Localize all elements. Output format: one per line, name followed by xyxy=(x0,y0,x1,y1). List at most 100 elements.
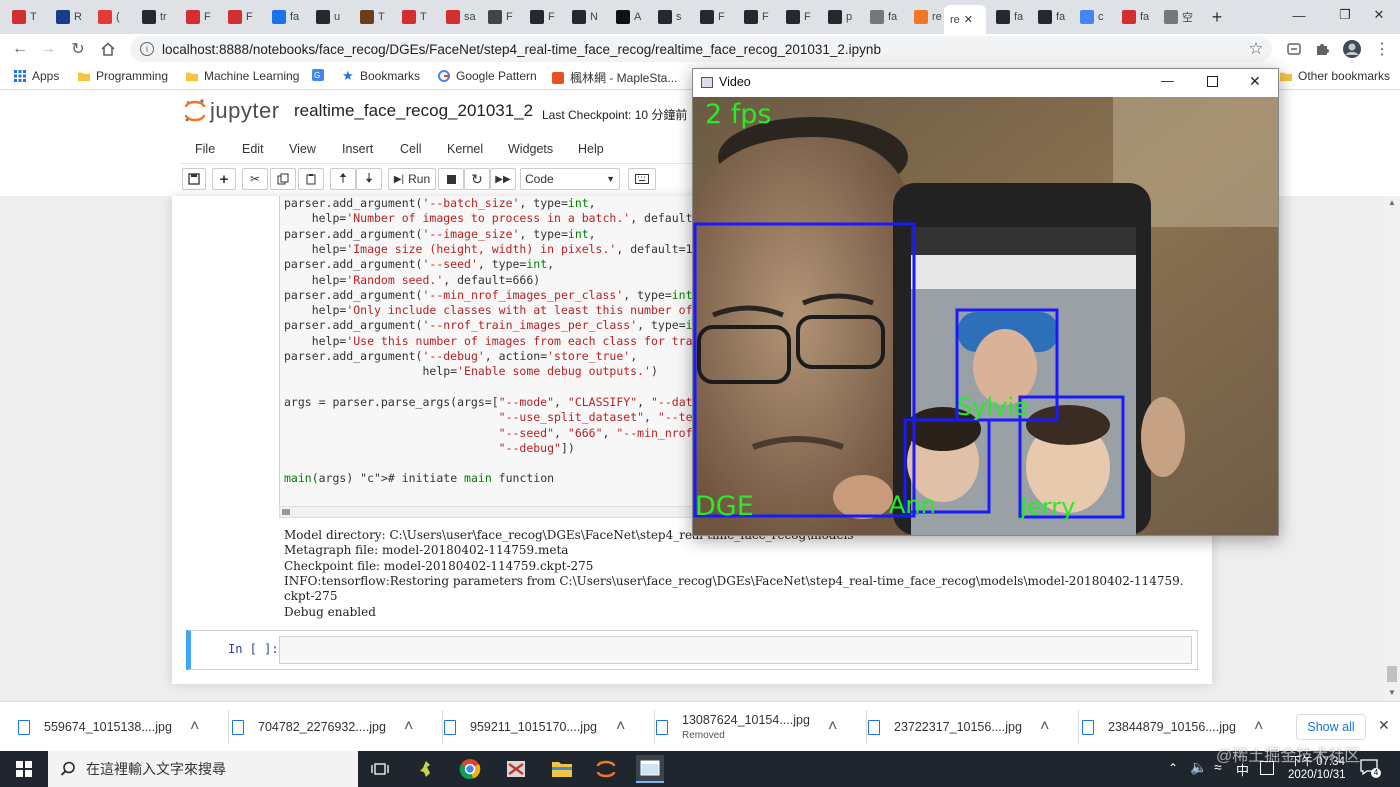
bookmark-maplestory[interactable]: 楓林網 - MapleSta... xyxy=(552,69,677,86)
cut-button[interactable]: ✂ xyxy=(242,168,268,190)
menu-view[interactable]: View xyxy=(289,142,316,156)
new-tab-button[interactable]: + xyxy=(1206,6,1228,28)
home-button[interactable] xyxy=(96,37,120,61)
tab-5[interactable]: F xyxy=(222,5,260,29)
address-bar[interactable]: i localhost:8888/notebooks/face_recog/DG… xyxy=(130,36,1272,62)
bookmark-other[interactable]: Other bookmarks xyxy=(1280,69,1390,83)
tab-14[interactable]: A xyxy=(610,5,648,29)
show-all-button[interactable]: Show all xyxy=(1296,714,1366,740)
notebook-title[interactable]: realtime_face_recog_201031_2 xyxy=(294,101,533,121)
close-tab-icon[interactable]: ✕ xyxy=(964,13,973,26)
tab-2[interactable]: ( xyxy=(92,5,130,29)
menu-cell[interactable]: Cell xyxy=(400,142,422,156)
extension-icon[interactable] xyxy=(1282,37,1306,61)
video-close-button[interactable]: ✕ xyxy=(1249,73,1261,90)
close-window-button[interactable]: ✕ xyxy=(1356,0,1400,30)
copy-button[interactable] xyxy=(270,168,296,190)
move-down-button[interactable]: 🠣 xyxy=(356,168,382,190)
chevron-up-icon[interactable]: ˄ xyxy=(1040,718,1049,736)
clock-date[interactable]: 2020/10/31 xyxy=(1288,769,1346,781)
windows-start-button[interactable] xyxy=(10,755,38,783)
tab-3[interactable]: tr xyxy=(136,5,174,29)
tab-22[interactable]: fa xyxy=(990,5,1028,29)
taskbar-app-chrome[interactable] xyxy=(456,755,484,783)
menu-edit[interactable]: Edit xyxy=(242,142,264,156)
tab-10[interactable]: sa xyxy=(440,5,478,29)
tab-19[interactable]: p xyxy=(822,5,860,29)
tab-6[interactable]: fa xyxy=(266,5,304,29)
jupyter-logo[interactable]: jupyter xyxy=(184,98,280,124)
insert-cell-button[interactable]: + xyxy=(212,168,236,190)
chevron-up-icon[interactable]: ˄ xyxy=(616,718,625,736)
tab-1[interactable]: R xyxy=(50,5,88,29)
keyboard-shortcuts-button[interactable] xyxy=(628,168,656,190)
bookmark-bookmarks[interactable]: ★ Bookmarks xyxy=(342,69,420,83)
vertical-scrollbar[interactable]: ▲ ▼ xyxy=(1384,196,1400,701)
download-item[interactable]: 559674_1015138....jpg ˄ xyxy=(18,702,218,752)
menu-widgets[interactable]: Widgets xyxy=(508,142,553,156)
chevron-up-icon[interactable]: ˄ xyxy=(404,718,413,736)
download-item[interactable]: 704782_2276932....jpg ˄ xyxy=(232,702,432,752)
tab-20[interactable]: fa xyxy=(864,5,902,29)
close-downloads-button[interactable]: ✕ xyxy=(1378,717,1390,734)
download-item[interactable]: 959211_1015170....jpg ˄ xyxy=(444,702,644,752)
tab-12[interactable]: F xyxy=(524,5,562,29)
video-minimize-button[interactable]: — xyxy=(1161,73,1174,88)
menu-help[interactable]: Help xyxy=(578,142,604,156)
tab-25[interactable]: fa xyxy=(1116,5,1154,29)
bookmark-programming[interactable]: Programming xyxy=(78,69,168,83)
menu-insert[interactable]: Insert xyxy=(342,142,373,156)
tab-18[interactable]: F xyxy=(780,5,818,29)
taskbar-app-bitdefender[interactable] xyxy=(502,755,530,783)
bookmark-star-icon[interactable]: ☆ xyxy=(1244,37,1268,61)
interrupt-button[interactable] xyxy=(438,168,464,190)
puzzle-icon[interactable] xyxy=(1310,37,1334,61)
restart-run-all-button[interactable]: ▶▶ xyxy=(490,168,516,190)
menu-file[interactable]: File xyxy=(195,142,215,156)
chevron-up-icon[interactable]: ˄ xyxy=(828,718,837,736)
taskbar-app-runner[interactable] xyxy=(412,755,440,783)
menu-kernel[interactable]: Kernel xyxy=(447,142,483,156)
move-up-button[interactable]: 🠡 xyxy=(330,168,356,190)
forward-button[interactable]: → xyxy=(36,37,60,61)
tab-16[interactable]: F xyxy=(694,5,732,29)
volume-icon[interactable]: 🔈 xyxy=(1190,759,1207,776)
tab-24[interactable]: c xyxy=(1074,5,1112,29)
tab-26[interactable]: 空 xyxy=(1158,5,1196,29)
tab-23[interactable]: fa xyxy=(1032,5,1070,29)
tab-11[interactable]: F xyxy=(482,5,520,29)
tray-chevron-up-icon[interactable]: ⌃ xyxy=(1168,761,1178,775)
run-button[interactable]: ▶| Run xyxy=(388,168,436,190)
info-icon[interactable]: i xyxy=(140,42,154,56)
input-cell-editor[interactable] xyxy=(279,636,1192,664)
bookmark-google-pattern[interactable]: Google Pattern xyxy=(438,69,537,83)
back-button[interactable]: ← xyxy=(8,37,32,61)
restart-button[interactable]: ↻ xyxy=(464,168,490,190)
tab-17[interactable]: F xyxy=(738,5,776,29)
bookmark-translate[interactable]: G xyxy=(312,69,330,81)
tab-4[interactable]: F xyxy=(180,5,218,29)
scrollbar-thumb[interactable] xyxy=(1387,666,1397,682)
video-maximize-button[interactable] xyxy=(1207,76,1218,87)
tab-active[interactable]: re ✕ xyxy=(944,5,986,34)
tab-15[interactable]: s xyxy=(652,5,690,29)
profile-avatar[interactable] xyxy=(1340,37,1364,61)
tab-13[interactable]: N xyxy=(566,5,604,29)
taskbar-app-explorer[interactable] xyxy=(548,755,576,783)
bookmark-apps[interactable]: Apps xyxy=(14,69,59,83)
tab-8[interactable]: T xyxy=(354,5,392,29)
taskbar-app-video[interactable] xyxy=(636,755,664,783)
chevron-up-icon[interactable]: ˄ xyxy=(1254,718,1263,736)
save-button[interactable] xyxy=(182,168,206,190)
taskbar-app-jupyter[interactable] xyxy=(592,755,620,783)
notification-center-button[interactable]: 4 xyxy=(1360,759,1381,779)
tab-9[interactable]: T xyxy=(396,5,434,29)
tab-21[interactable]: re xyxy=(908,5,946,29)
taskbar-search-box[interactable]: 在這裡輸入文字來搜尋 xyxy=(48,751,358,787)
tab-0[interactable]: T xyxy=(6,5,44,29)
video-titlebar[interactable]: Video — ✕ xyxy=(693,69,1278,97)
bookmark-machine-learning[interactable]: Machine Learning xyxy=(186,69,299,83)
task-view-button[interactable] xyxy=(366,755,394,783)
chevron-up-icon[interactable]: ˄ xyxy=(190,718,199,736)
menu-kebab-icon[interactable]: ⋮ xyxy=(1370,37,1394,61)
